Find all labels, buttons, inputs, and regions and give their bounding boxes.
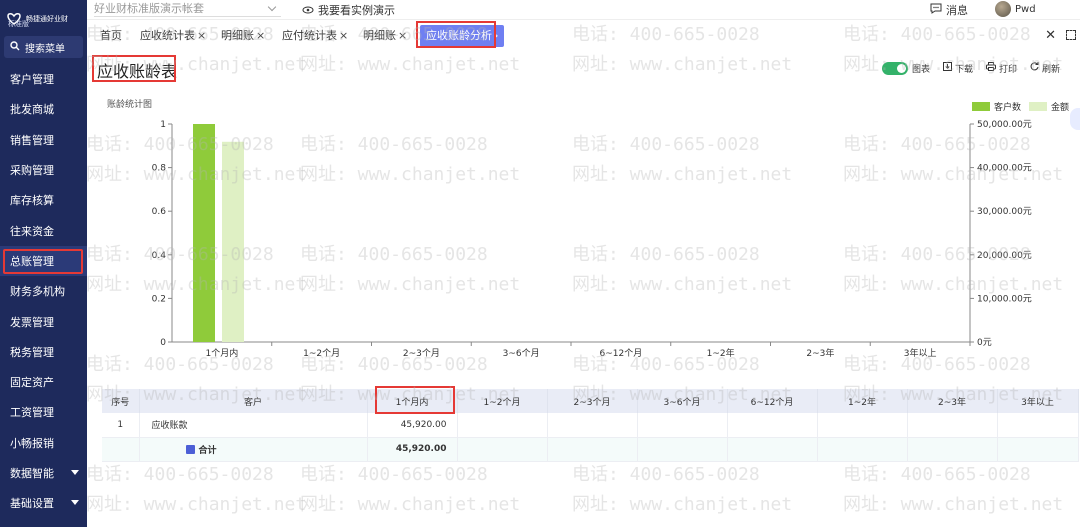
x-tick-label: 1个月内	[206, 347, 239, 359]
x-tick-label: 1~2个月	[303, 348, 340, 359]
total-row: 合计 45,920.00	[102, 437, 1079, 462]
table-row[interactable]: 1 应收账款 45,920.00	[102, 413, 1079, 438]
column-header[interactable]: 1~2年	[817, 389, 908, 413]
column-highlight	[375, 386, 455, 414]
total-label-cell: 合计	[139, 437, 368, 462]
column-header[interactable]: 6~12个月	[727, 389, 818, 413]
y-tick-label-right: 40,000.00元	[977, 164, 1032, 174]
row-index: 1	[102, 413, 140, 438]
row-value	[817, 413, 908, 438]
y-tick-label-right: 20,000.00元	[977, 251, 1032, 261]
x-tick-label: 3~6个月	[503, 348, 540, 359]
total-value	[997, 437, 1079, 462]
column-header[interactable]: 2~3年	[907, 389, 998, 413]
total-value	[637, 437, 728, 462]
x-tick-label: 6~12个月	[600, 348, 643, 359]
y-tick-label-left: 0.2	[152, 294, 166, 304]
y-tick-label-left: 0.4	[152, 251, 167, 261]
column-header[interactable]: 3~6个月	[637, 389, 728, 413]
total-index	[102, 437, 140, 462]
column-header[interactable]: 2~3个月	[547, 389, 638, 413]
total-value	[817, 437, 908, 462]
total-value: 45,920.00	[367, 437, 458, 462]
row-value	[907, 413, 998, 438]
row-value	[457, 413, 548, 438]
sum-icon	[185, 444, 195, 454]
row-value	[997, 413, 1079, 438]
total-value	[727, 437, 818, 462]
total-value	[547, 437, 638, 462]
chart-bar	[222, 141, 244, 342]
x-tick-label: 1~2年	[707, 347, 735, 359]
floating-handle[interactable]	[1070, 108, 1080, 130]
column-header[interactable]: 1~2个月	[457, 389, 548, 413]
table-header-row: 序号 客户 1个月内 1~2个月 2~3个月 3~6个月 6~12个月 1~2年 2~3年 3年以…	[102, 389, 1079, 413]
aging-table: 序号 客户 1个月内 1~2个月 2~3个月 3~6个月 6~12个月 1~2年 2~3年 3年以…	[102, 389, 1079, 462]
total-value	[907, 437, 998, 462]
total-value	[457, 437, 548, 462]
column-header[interactable]: 客户	[139, 389, 368, 413]
y-tick-label-right: 50,000.00元	[977, 120, 1032, 130]
x-tick-label: 3年以上	[904, 347, 937, 359]
y-tick-label-left: 0.6	[152, 207, 167, 217]
row-value	[547, 413, 638, 438]
y-tick-label-left: 1	[160, 120, 166, 130]
chart-bar	[193, 124, 215, 342]
row-value	[727, 413, 818, 438]
column-header[interactable]: 序号	[102, 389, 140, 413]
y-tick-label-right: 30,000.00元	[977, 207, 1032, 217]
column-header[interactable]: 3年以上	[997, 389, 1079, 413]
y-tick-label-left: 0.8	[152, 164, 167, 174]
y-tick-label-left: 0	[160, 338, 166, 348]
y-tick-label-right: 0元	[977, 338, 992, 348]
row-customer: 应收账款	[139, 413, 368, 438]
y-tick-label-right: 10,000.00元	[977, 294, 1032, 304]
row-value: 45,920.00	[367, 413, 458, 438]
total-label: 合计	[198, 445, 217, 456]
x-tick-label: 2~3年	[806, 347, 834, 359]
x-tick-label: 2~3个月	[403, 348, 440, 359]
row-value	[637, 413, 728, 438]
